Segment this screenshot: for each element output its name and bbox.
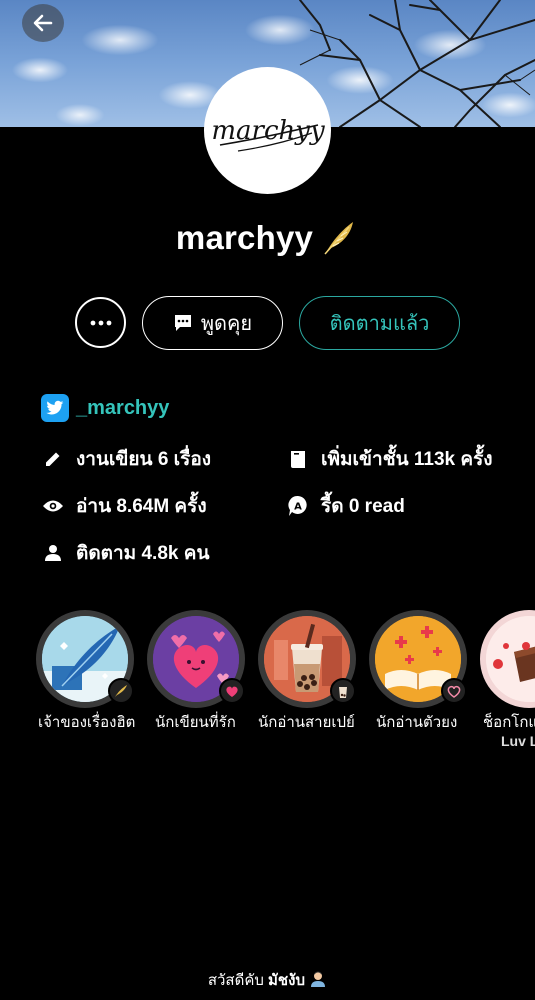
eye-icon bbox=[42, 495, 64, 517]
twitter-handle: _marchyy bbox=[76, 396, 170, 419]
stat-followers-text: ติดตาม 4.8k คน bbox=[76, 543, 210, 564]
bubble-tea-mini-icon bbox=[330, 678, 356, 704]
pencil-icon bbox=[42, 448, 64, 470]
more-button[interactable] bbox=[75, 297, 126, 348]
person-icon bbox=[42, 542, 64, 564]
stat-library-adds: เพิ่มเข้าชั้น 113k ครั้ง bbox=[287, 444, 493, 474]
arrow-left-icon bbox=[33, 14, 53, 32]
greeting-text: สวัสดีคับ bbox=[207, 972, 264, 989]
stat-works-text: งานเขียน 6 เรื่อง bbox=[76, 449, 212, 470]
stat-followers: ติดตาม 4.8k คน bbox=[42, 538, 209, 568]
svg-text:A: A bbox=[294, 502, 302, 513]
stat-reads-text: อ่าน 8.64M ครั้ง bbox=[76, 496, 207, 517]
chat-bubble-icon bbox=[174, 315, 191, 331]
greeting-name: มัชงับ bbox=[268, 972, 305, 989]
chat-button-label: พูดคุย bbox=[200, 313, 253, 335]
read-coin-icon: A bbox=[287, 495, 309, 517]
signature-logo: marchyy bbox=[211, 116, 325, 152]
heart-mini-icon bbox=[219, 678, 245, 704]
svg-text:marchyy: marchyy bbox=[211, 116, 325, 146]
badge-label: เจ้าของเรื่องฮิต bbox=[38, 714, 136, 731]
stat-works: งานเขียน 6 เรื่อง bbox=[42, 444, 211, 474]
following-button[interactable]: ติดตามแล้ว bbox=[299, 296, 460, 350]
username-row: marchyy bbox=[0, 218, 535, 258]
twitter-link[interactable]: _marchyy bbox=[41, 394, 169, 422]
badge-label: นักเขียนที่รัก bbox=[155, 714, 236, 731]
book-icon bbox=[287, 448, 309, 470]
heart-outline-mini-icon bbox=[441, 678, 467, 704]
badge-label: นักอ่านสายเปย์ bbox=[258, 714, 355, 731]
avatar[interactable]: marchyy bbox=[204, 67, 331, 194]
stat-read-points-text: รี้ด 0 read bbox=[321, 496, 405, 517]
twitter-icon bbox=[41, 394, 69, 422]
back-button[interactable] bbox=[22, 4, 64, 42]
following-button-label: ติดตามแล้ว bbox=[329, 313, 430, 335]
chocolate-cake-badge-icon bbox=[486, 616, 535, 702]
more-dots-icon bbox=[90, 320, 111, 325]
action-buttons: พูดคุย ติดตามแล้ว bbox=[0, 296, 535, 352]
stat-reads: อ่าน 8.64M ครั้ง bbox=[42, 491, 207, 521]
badge-label: นักอ่านตัวยง bbox=[376, 714, 458, 731]
stat-read-points: A รี้ด 0 read bbox=[287, 491, 405, 521]
person-emoji-icon bbox=[311, 971, 326, 987]
badge-label-secondary: Luv L bbox=[501, 733, 535, 749]
stat-library-adds-text: เพิ่มเข้าชั้น 113k ครั้ง bbox=[321, 449, 493, 470]
badge-label: ช็อกโกแ bbox=[483, 714, 535, 731]
profile-page: marchyy marchyy พูดคุย ติดตามแล้ว _march… bbox=[0, 0, 535, 1000]
footer-greeting: สวัสดีคับ มัชงับ bbox=[0, 968, 535, 992]
feather-quill-icon bbox=[324, 222, 354, 255]
achievement-badges: เจ้าของเรื่องฮิต นักเขียนที่รัก นักอ่านส… bbox=[0, 610, 535, 760]
chat-button[interactable]: พูดคุย bbox=[142, 296, 283, 350]
username: marchyy bbox=[175, 219, 314, 256]
feather-mini-icon bbox=[108, 678, 134, 704]
